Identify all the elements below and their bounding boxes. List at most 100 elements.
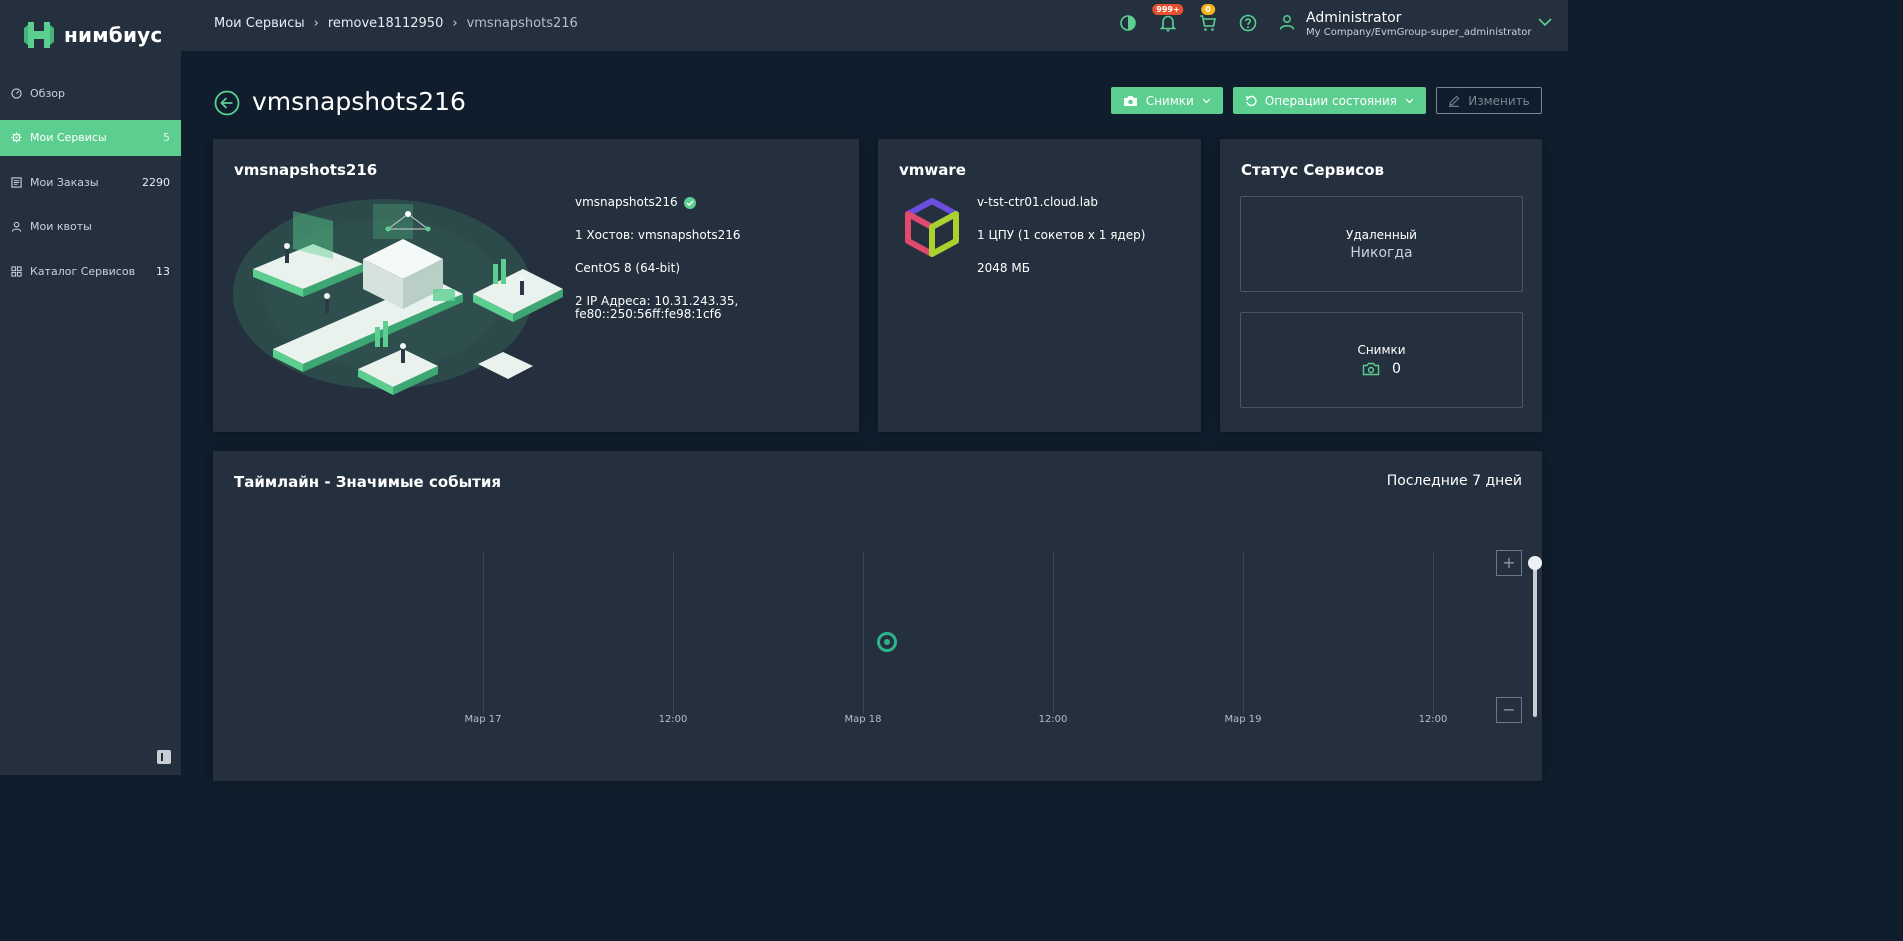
- snapshots-status-box[interactable]: Снимки 0: [1240, 312, 1523, 408]
- status-card-title: Статус Сервисов: [1241, 161, 1385, 179]
- timeline-gridline: [1433, 551, 1434, 714]
- timeline-gridline: [863, 551, 864, 714]
- sidebar-item-label: Обзор: [30, 86, 66, 100]
- sidebar-item-my-services[interactable]: Мои Сервисы 5: [0, 119, 181, 156]
- check-circle-icon: [683, 196, 696, 209]
- sidebar-item-overview[interactable]: Обзор: [0, 75, 181, 111]
- sidebar-item-my-quotas[interactable]: Мои квоты: [0, 209, 181, 245]
- sidebar: нимбиус Обзор Мои Сервисы 5 Мои Заказы 2…: [0, 0, 181, 775]
- state-operations-button[interactable]: Операции состояния: [1232, 87, 1426, 114]
- sidebar-collapse-button[interactable]: [157, 750, 171, 764]
- isometric-illustration: [233, 199, 563, 395]
- zoom-slider-handle[interactable]: [1528, 556, 1542, 570]
- pencil-icon: [1448, 95, 1460, 107]
- provider-cpu: 1 ЦПУ (1 сокетов x 1 ядер): [977, 228, 1146, 242]
- edit-button[interactable]: Изменить: [1436, 87, 1542, 114]
- edit-button-label: Изменить: [1468, 93, 1530, 108]
- timeline-tick: 12:00: [1038, 714, 1068, 725]
- snapshots-count: 0: [1392, 361, 1401, 377]
- breadcrumb: Мои Сервисы › remove18112950 › vmsnapsho…: [214, 16, 578, 31]
- timeline-gridline: [1243, 551, 1244, 714]
- status-card: Статус Сервисов Удаленный Никогда Снимки…: [1220, 139, 1542, 432]
- provider-card: vmware v-tst-ctr01.cloud.lab 1 ЦПУ (1 со…: [878, 139, 1201, 432]
- sidebar-item-count: 13: [156, 264, 170, 278]
- service-os: CentOS 8 (64-bit): [575, 261, 681, 275]
- timeline-event-marker[interactable]: [877, 632, 897, 652]
- chevron-right-icon: ›: [452, 16, 458, 31]
- bell-icon[interactable]: 999+: [1152, 4, 1184, 33]
- service-card-title: vmsnapshots216: [234, 161, 378, 179]
- breadcrumb-item[interactable]: Мои Сервисы: [214, 16, 305, 31]
- retirement-label: Удаленный: [1346, 228, 1417, 242]
- gear-icon: [11, 132, 22, 143]
- back-arrow-icon[interactable]: [214, 90, 240, 116]
- cart-badge: 0: [1201, 4, 1215, 15]
- service-card: vmsnapshots216 vmsnapshots216 1 Хостов: …: [213, 139, 859, 432]
- timeline-title: Таймлайн - Значимые события: [234, 473, 502, 491]
- sidebar-item-count: 5: [163, 131, 170, 144]
- page-actions: Снимки Операции состояния Изменить: [1101, 87, 1542, 114]
- provider-memory: 2048 МБ: [977, 261, 1030, 275]
- page-title: vmsnapshots216: [252, 87, 466, 116]
- zoom-slider-track[interactable]: [1533, 564, 1537, 717]
- breadcrumb-current: vmsnapshots216: [466, 16, 578, 31]
- sidebar-item-label: Мои квоты: [30, 220, 92, 233]
- grid-icon: [11, 265, 22, 277]
- snapshots-button[interactable]: Снимки: [1110, 87, 1223, 114]
- logo-text: нимбиус: [64, 23, 163, 47]
- sidebar-item-my-orders[interactable]: Мои Заказы 2290: [0, 164, 181, 200]
- timeline-gridline: [1053, 551, 1054, 714]
- camera-icon: [1123, 95, 1138, 107]
- state-operations-button-label: Операции состояния: [1264, 93, 1397, 108]
- timeline-range: Последние 7 дней: [1386, 473, 1522, 489]
- service-ip-addresses-2: fe80::250:56ff:fe98:1cf6: [575, 307, 722, 321]
- zoom-in-button[interactable]: +: [1496, 550, 1522, 576]
- help-icon[interactable]: [1238, 13, 1258, 33]
- breadcrumb-item[interactable]: remove18112950: [328, 16, 444, 31]
- dashboard-icon: [11, 87, 22, 99]
- contrast-icon[interactable]: [1118, 13, 1138, 33]
- topbar: Мои Сервисы › remove18112950 › vmsnapsho…: [181, 0, 1568, 51]
- sidebar-item-service-catalog[interactable]: Каталог Сервисов 13: [0, 253, 181, 289]
- user-name: Administrator: [1306, 10, 1402, 26]
- user-icon: [1279, 15, 1295, 30]
- chevron-down-icon: [1202, 98, 1211, 104]
- snapshots-button-label: Снимки: [1145, 93, 1194, 108]
- snapshots-label: Снимки: [1357, 343, 1406, 357]
- notifications-badge: 999+: [1152, 4, 1184, 15]
- list-icon: [11, 176, 22, 188]
- timeline-gridline: [673, 551, 674, 714]
- zoom-out-button[interactable]: −: [1496, 697, 1522, 723]
- top-icons: 999+ 0: [1118, 4, 1278, 33]
- retirement-status-box: Удаленный Никогда: [1240, 196, 1523, 292]
- service-hosts: 1 Хостов: vmsnapshots216: [575, 228, 741, 242]
- sidebar-item-label: Мои Сервисы: [30, 131, 107, 144]
- sidebar-item-label: Каталог Сервисов: [30, 264, 136, 278]
- timeline-card: Таймлайн - Значимые события Последние 7 …: [213, 451, 1542, 781]
- service-name-text: vmsnapshots216: [575, 195, 678, 209]
- power-cycle-icon: [1245, 95, 1257, 107]
- vmware-cube-icon: [905, 198, 959, 257]
- logo-icon: [24, 22, 54, 48]
- chevron-down-icon[interactable]: [1538, 17, 1552, 27]
- camera-icon: [1362, 362, 1380, 376]
- cart-icon[interactable]: 0: [1198, 4, 1218, 33]
- service-name: vmsnapshots216: [575, 196, 696, 209]
- sidebar-item-label: Мои Заказы: [30, 175, 99, 189]
- timeline-tick: 12:00: [1418, 714, 1448, 725]
- user-icon: [11, 221, 22, 232]
- provider-host: v-tst-ctr01.cloud.lab: [977, 195, 1099, 209]
- sidebar-item-count: 2290: [142, 175, 170, 189]
- provider-card-title: vmware: [899, 161, 966, 179]
- snapshots-count-row: 0: [1241, 361, 1522, 377]
- logo[interactable]: нимбиус: [22, 18, 162, 52]
- timeline-tick: Мар 18: [844, 714, 882, 725]
- timeline-gridline: [483, 551, 484, 714]
- chevron-down-icon: [1405, 98, 1414, 104]
- sidebar-nav: Обзор Мои Сервисы 5 Мои Заказы 2290 Мои …: [0, 75, 181, 298]
- user-org: My Company/EvmGroup-super_administrator: [1306, 27, 1532, 38]
- timeline-tick: 12:00: [658, 714, 688, 725]
- timeline-tick: Мар 19: [1224, 714, 1262, 725]
- chevron-right-icon: ›: [313, 16, 319, 31]
- retirement-value: Никогда: [1350, 245, 1413, 261]
